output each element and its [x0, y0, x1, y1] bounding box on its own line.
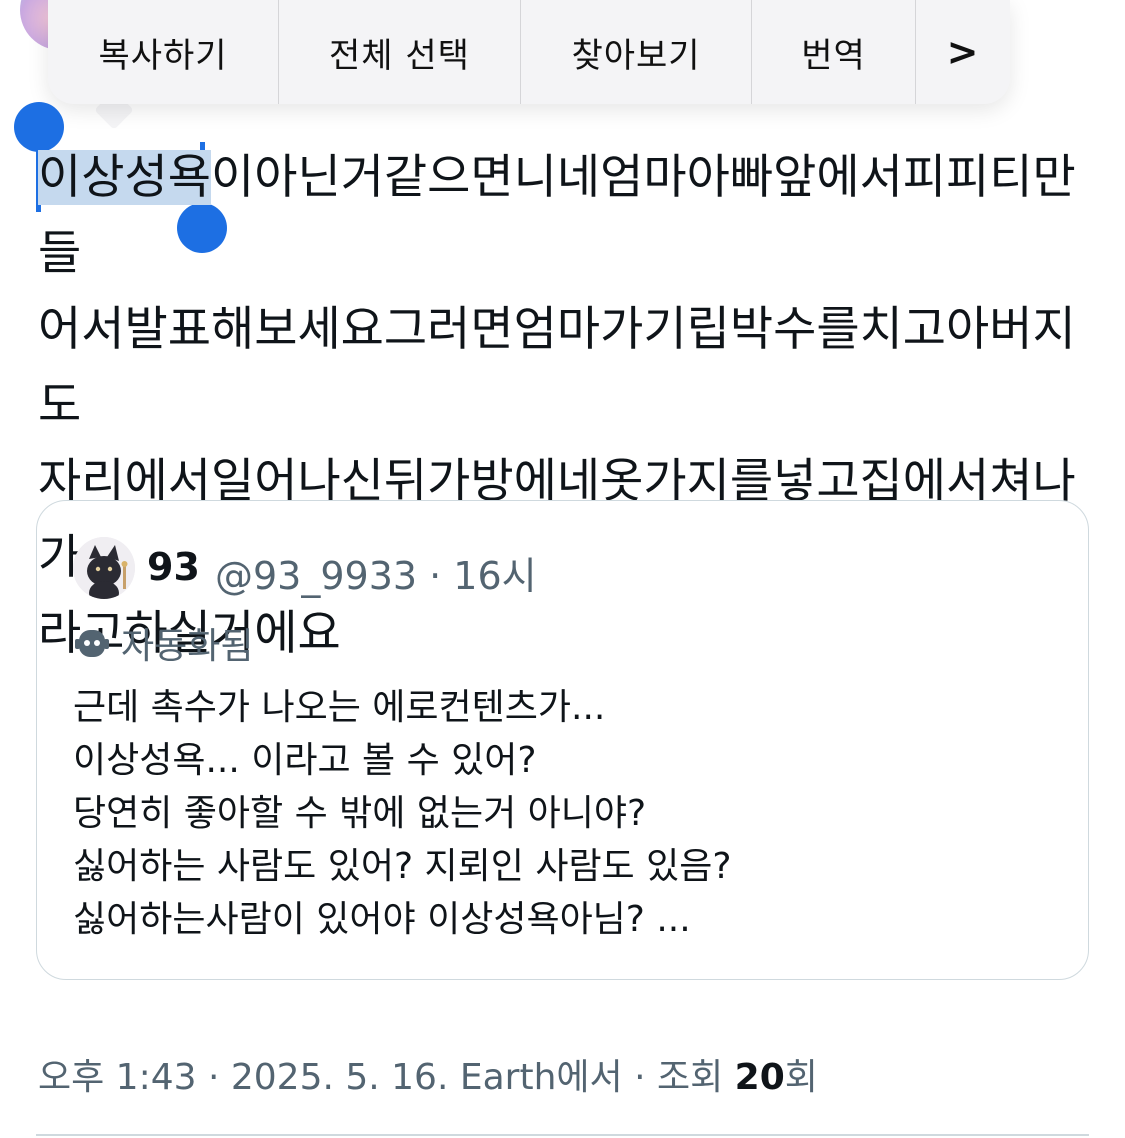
- automated-account-label: 자동화됨: [73, 617, 253, 669]
- timestamp-source[interactable]: 오후 1:43 · 2025. 5. 16. Earth에서 · 조회: [38, 1057, 735, 1098]
- tweet-metadata: 오후 1:43 · 2025. 5. 16. Earth에서 · 조회 20회: [38, 1048, 818, 1100]
- quoted-author-name[interactable]: 93: [147, 545, 200, 589]
- quoted-tweet-card[interactable]: 93 @93_9933 · 16시 자동화됨 근데 촉수가 나오는 에로컨텐츠가…: [36, 500, 1089, 980]
- view-suffix: 회: [784, 1057, 818, 1098]
- copy-menu-item[interactable]: 복사하기: [48, 0, 279, 104]
- quoted-tweet-body: 근데 촉수가 나오는 에로컨텐츠가... 이상성욕... 이라고 볼 수 있어?…: [73, 681, 1063, 946]
- automated-text: 자동화됨: [121, 626, 254, 667]
- look-up-menu-item[interactable]: 찾아보기: [521, 0, 752, 104]
- quoted-line: 이상성욕... 이라고 볼 수 있어?: [73, 740, 537, 781]
- quoted-author-avatar[interactable]: [73, 537, 135, 599]
- tweet-detail-screen: 복사하기 전체 선택 찾아보기 번역 > 이상성욕이아닌거같으면니네엄마아빠앞에…: [0, 0, 1125, 1138]
- tweet-line-1: 이상성욕이아닌거같으면니네엄마아빠앞에서피피티만들: [38, 140, 1098, 292]
- selected-text[interactable]: 이상성욕: [38, 150, 211, 205]
- chevron-right-icon: >: [946, 30, 980, 74]
- select-all-menu-item[interactable]: 전체 선택: [279, 0, 521, 104]
- robot-icon: [75, 630, 109, 657]
- quoted-line: 당연히 좋아할 수 밖에 없는거 아니야?: [73, 793, 647, 834]
- cat-avatar-icon: [73, 537, 135, 599]
- view-count[interactable]: 20: [735, 1057, 785, 1098]
- text-selection-context-menu: 복사하기 전체 선택 찾아보기 번역 >: [48, 0, 1010, 104]
- quoted-line: 근데 촉수가 나오는 에로컨텐츠가...: [73, 687, 606, 728]
- divider: [36, 1134, 1089, 1136]
- quoted-line: 싫어하는사람이 있어야 이상성욕아님? ...: [73, 899, 691, 940]
- quoted-line: 싫어하는 사람도 있어? 지뢰인 사람도 있음?: [73, 846, 732, 887]
- tweet-line-2: 어서발표해보세요그러면엄마가기립박수를치고아버지도: [38, 302, 1076, 433]
- quoted-author-handle-time: @93_9933 · 16시: [215, 554, 537, 598]
- translate-menu-item[interactable]: 번역: [752, 0, 916, 104]
- more-menu-button[interactable]: >: [916, 0, 1010, 104]
